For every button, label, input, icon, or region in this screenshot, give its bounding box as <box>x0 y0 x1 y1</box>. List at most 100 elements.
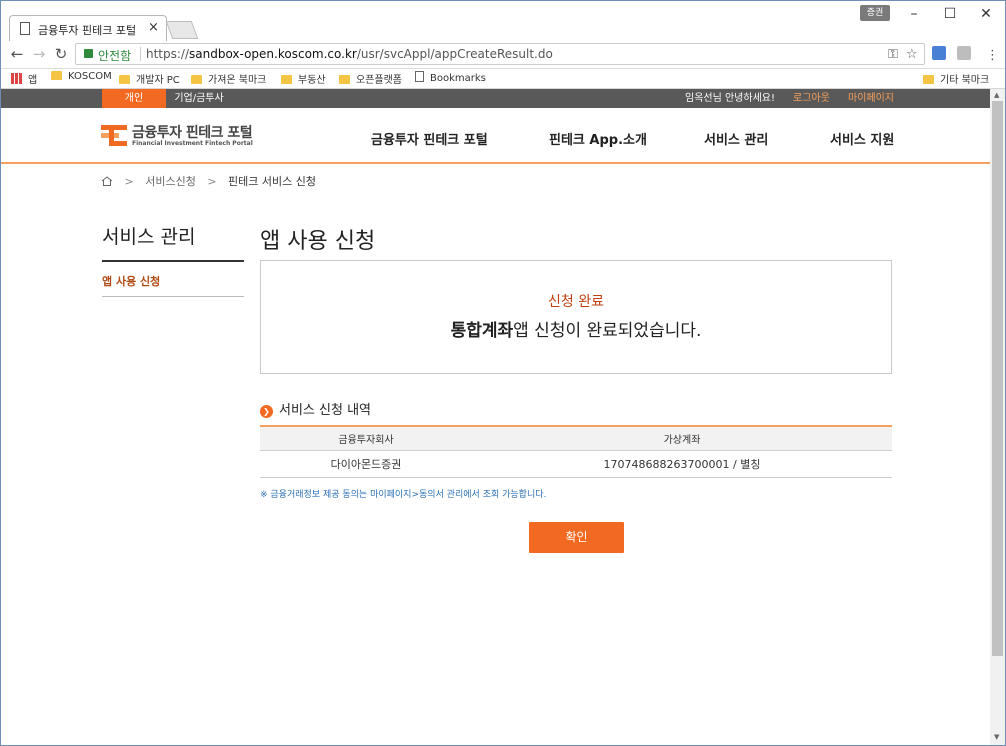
url-divider <box>140 47 141 61</box>
folder-icon <box>119 75 130 84</box>
confirm-button[interactable]: 확인 <box>529 522 624 553</box>
chevron-right-icon: > <box>207 175 217 188</box>
forward-arrow-icon[interactable]: → <box>29 44 49 64</box>
result-message-bold: 통합계좌 <box>450 321 514 341</box>
nav-app-intro[interactable]: 핀테크 App.소개 <box>549 129 647 148</box>
minimize-button[interactable]: – <box>899 3 929 25</box>
maximize-button[interactable]: ☐ <box>935 3 965 25</box>
site-header: 금융투자 핀테크 포털 Financial Investment Fintech… <box>1 108 990 164</box>
bookmark-other[interactable]: 기타 북마크 <box>923 71 989 86</box>
translate-extension-icon[interactable] <box>932 46 946 60</box>
greeting-text: 임옥선님 안녕하세요! <box>685 93 775 104</box>
lnb-title: 서비스 관리 <box>102 226 196 248</box>
fintech-logo-icon[interactable] <box>101 123 127 149</box>
url-text: https://sandbox-open.koscom.co.kr/usr/sv… <box>146 47 553 61</box>
table-row: 다이아몬드증권 170748688263700001 / 별칭 <box>260 450 892 478</box>
column-header-company: 금융투자회사 <box>260 426 472 451</box>
nav-service-manage[interactable]: 서비스 관리 <box>704 129 768 148</box>
chevron-right-icon: > <box>124 175 134 188</box>
tab-corporate[interactable]: 기업/금투사 <box>166 89 232 108</box>
profile-badge[interactable]: 증권 <box>860 5 890 21</box>
consent-note: ※ 금융거래정보 제공 동의는 마이페이지>동의서 관리에서 조회 가능합니다. <box>260 490 547 500</box>
tab-close-icon[interactable]: × <box>148 20 159 35</box>
bookmark-koscom[interactable]: KOSCOM <box>51 71 112 82</box>
column-header-account: 가상계좌 <box>472 426 892 451</box>
menu-kebab-icon[interactable]: ⋮ <box>986 48 999 63</box>
page-title: 앱 사용 신청 <box>260 229 376 254</box>
bookmarks-bar: 앱 KOSCOM 개발자 PC 가져온 북마크 부동산 오픈플랫폼 Bookma… <box>1 69 1005 89</box>
result-message: 통합계좌앱 신청이 완료되었습니다. <box>261 316 891 341</box>
lnb-divider <box>102 296 244 297</box>
cell-account: 170748688263700001 / 별칭 <box>472 450 892 478</box>
page-viewport: 개인 기업/금투사 임옥선님 안녕하세요! 로그아웃 마이페이지 금융투자 핀테… <box>1 89 990 745</box>
bookmark-bookmarks[interactable]: Bookmarks <box>415 71 486 84</box>
page-icon <box>20 22 30 35</box>
nav-service-support[interactable]: 서비스 지원 <box>830 129 894 148</box>
result-status: 신청 완료 <box>548 294 604 310</box>
page-scrollbar[interactable]: ▲ ▼ <box>990 89 1005 745</box>
lnb-item-app-apply[interactable]: 앱 사용 신청 <box>102 273 160 289</box>
new-tab-button[interactable] <box>165 21 199 39</box>
nav-portal[interactable]: 금융투자 핀테크 포털 <box>371 129 488 148</box>
apps-grid-icon <box>11 73 22 84</box>
secure-label: 안전함 <box>98 49 132 63</box>
url-path: /usr/svcAppl/appCreateResult.do <box>356 47 553 61</box>
t-extension-icon[interactable] <box>957 46 971 60</box>
crumb-service-apply[interactable]: 서비스신청 <box>145 175 196 188</box>
key-icon[interactable]: ⚿ <box>888 47 898 62</box>
result-box: 신청 완료 통합계좌앱 신청이 완료되었습니다. <box>260 260 892 374</box>
browser-window: 금융투자 핀테크 포털 × 증권 – ☐ ✕ ← → ↻ 안전함 https:/… <box>0 0 1006 746</box>
section-title-text: 서비스 신청 내역 <box>279 403 371 418</box>
bookmark-label: KOSCOM <box>68 71 112 82</box>
bookmark-apps[interactable]: 앱 <box>11 71 37 86</box>
folder-icon <box>339 75 350 84</box>
url-scheme: https:// <box>146 47 190 61</box>
bookmark-label: Bookmarks <box>430 73 486 84</box>
crumb-current: 핀테크 서비스 신청 <box>228 175 316 188</box>
table-header-row: 금융투자회사 가상계좌 <box>260 426 892 451</box>
breadcrumb: > 서비스신청 > 핀테크 서비스 신청 <box>101 173 316 189</box>
url-field[interactable]: 안전함 https://sandbox-open.koscom.co.kr/us… <box>75 43 925 65</box>
section-title: ❯ 서비스 신청 내역 <box>260 399 371 418</box>
home-icon[interactable] <box>101 176 113 186</box>
chevron-bullet-icon: ❯ <box>260 405 273 418</box>
bookmark-label: 기타 북마크 <box>940 75 990 86</box>
bookmark-label: 개발자 PC <box>136 75 180 86</box>
cell-company: 다이아몬드증권 <box>260 450 472 478</box>
bookmark-devpc[interactable]: 개발자 PC <box>119 71 180 86</box>
scroll-up-icon[interactable]: ▲ <box>994 91 999 99</box>
close-window-button[interactable]: ✕ <box>971 3 1001 25</box>
scroll-thumb[interactable] <box>992 101 1003 656</box>
browser-tab[interactable]: 금융투자 핀테크 포털 × <box>9 15 167 41</box>
page-icon <box>415 71 424 82</box>
bookmark-realestate[interactable]: 부동산 <box>281 71 326 86</box>
tab-title: 금융투자 핀테크 포털 <box>38 24 137 37</box>
bookmark-imported[interactable]: 가져온 북마크 <box>191 71 266 86</box>
address-bar: ← → ↻ 안전함 https://sandbox-open.koscom.co… <box>1 41 1005 69</box>
bookmark-label: 앱 <box>28 75 38 86</box>
bookmark-label: 부동산 <box>298 75 326 86</box>
bookmark-label: 오픈플랫폼 <box>356 75 402 86</box>
logo-title[interactable]: 금융투자 핀테크 포털 <box>132 122 253 142</box>
title-bar: 금융투자 핀테크 포털 × 증권 – ☐ ✕ <box>1 1 1005 41</box>
folder-icon <box>281 75 292 84</box>
mypage-link[interactable]: 마이페이지 <box>848 89 894 108</box>
service-history-table: 금융투자회사 가상계좌 다이아몬드증권 170748688263700001 /… <box>260 425 892 478</box>
bookmark-openplatform[interactable]: 오픈플랫폼 <box>339 71 402 86</box>
bookmark-label: 가져온 북마크 <box>208 75 267 86</box>
tab-personal[interactable]: 개인 <box>102 89 166 108</box>
lock-icon <box>84 49 93 58</box>
reload-icon[interactable]: ↻ <box>51 44 71 64</box>
result-message-rest: 앱 신청이 완료되었습니다. <box>513 321 702 341</box>
logo-subtitle: Financial Investment Fintech Portal <box>132 140 253 147</box>
url-host: sandbox-open.koscom.co.kr <box>189 47 357 61</box>
folder-icon <box>51 71 62 80</box>
folder-icon <box>191 75 202 84</box>
scroll-down-icon[interactable]: ▼ <box>994 733 999 741</box>
star-icon[interactable]: ☆ <box>906 47 918 62</box>
logout-link[interactable]: 로그아웃 <box>793 89 830 108</box>
back-arrow-icon[interactable]: ← <box>7 44 27 64</box>
lnb-divider <box>102 260 244 262</box>
site-top-bar: 개인 기업/금투사 임옥선님 안녕하세요! 로그아웃 마이페이지 <box>1 89 990 108</box>
folder-icon <box>923 75 934 84</box>
